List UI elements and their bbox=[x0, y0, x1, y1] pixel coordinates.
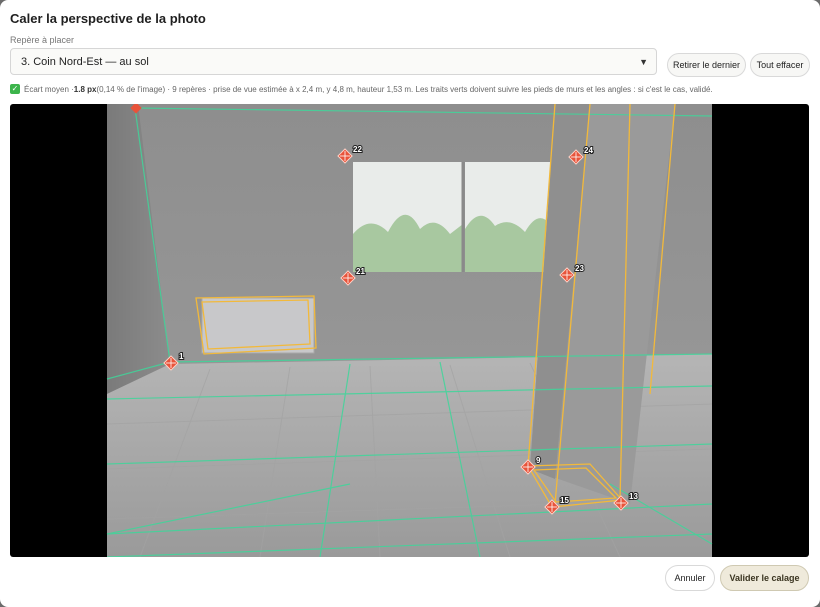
remove-last-button[interactable]: Retirer le dernier bbox=[667, 53, 746, 77]
marker-label: 9 bbox=[536, 456, 541, 465]
marker-label: 24 bbox=[584, 146, 593, 155]
marker-label: 1 bbox=[179, 352, 184, 361]
photo-viewer[interactable]: 1 22 21 24 23 9 15 13 bbox=[10, 104, 809, 557]
marker-select-value: 3. Coin Nord-Est — au sol bbox=[21, 55, 149, 68]
dialog-title: Caler la perspective de la photo bbox=[10, 11, 206, 26]
status-line: ✓ Écart moyen · 1.8 px (0,14 % de l'imag… bbox=[10, 84, 713, 94]
room-photo bbox=[106, 104, 713, 557]
marker-select-label: Repère à placer bbox=[10, 35, 75, 45]
marker-label: 15 bbox=[560, 496, 569, 505]
status-details: (0,14 % de l'image) · 9 repères · prise … bbox=[96, 84, 713, 94]
marker-label: 22 bbox=[353, 145, 362, 154]
marker-select[interactable]: 3. Coin Nord-Est — au sol ▼ bbox=[10, 48, 657, 75]
marker-label: 23 bbox=[575, 264, 584, 273]
marker-label: 13 bbox=[629, 492, 638, 501]
validate-calibration-button[interactable]: Valider le calage bbox=[720, 565, 809, 591]
status-prefix: Écart moyen · bbox=[24, 84, 74, 94]
chevron-down-icon: ▼ bbox=[639, 56, 648, 67]
marker-label: 21 bbox=[356, 267, 365, 276]
perspective-canvas[interactable]: 1 22 21 24 23 9 15 13 bbox=[10, 104, 809, 557]
status-error-value: 1.8 px bbox=[73, 84, 97, 94]
cancel-button[interactable]: Annuler bbox=[665, 565, 715, 591]
clear-all-button[interactable]: Tout effacer bbox=[750, 53, 810, 77]
check-icon: ✓ bbox=[10, 84, 20, 94]
calibration-dialog: Caler la perspective de la photo Repère … bbox=[0, 0, 820, 607]
